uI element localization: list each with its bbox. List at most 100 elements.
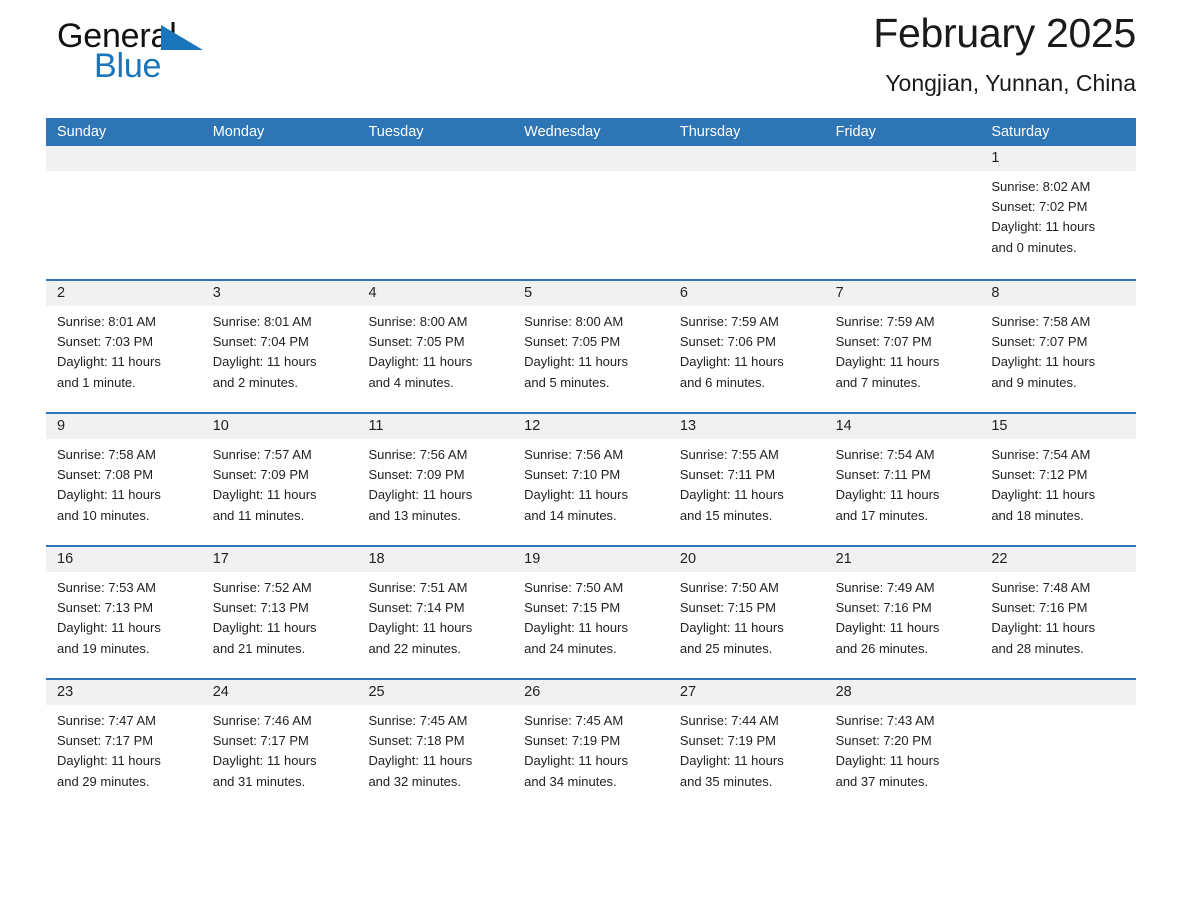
daylight-text: Daylight: 11 hours <box>212 354 317 370</box>
day-cell-empty <box>357 146 514 279</box>
day-cell-14[interactable]: 14 Sunrise: 7:54 AM Sunset: 7:11 PM Dayligh… <box>824 414 981 545</box>
sunrise-text: Sunrise: 7:58 AM <box>991 314 1091 329</box>
daylight-text: Daylight: 11 hours <box>991 354 1096 370</box>
day-number <box>357 146 514 171</box>
daylight-text: Daylight: 11 hours <box>368 354 473 370</box>
daylight-text-cont: and 4 minutes. <box>368 374 454 390</box>
weekday-header-row: Sunday Monday Tuesday Wednesday Thursday Frid… <box>46 118 1136 146</box>
daylight-text: Daylight: 11 hours <box>835 753 940 769</box>
day-sun-info: Sunrise: 7:46 AM Sunset: 7:17 PM Daylight:… <box>202 705 358 792</box>
calendar-week-row: 23 Sunrise: 7:47 AM Sunset: 7:17 PM Dayligh… <box>46 678 1137 811</box>
sunset-text: Sunset: 7:17 PM <box>212 733 309 749</box>
daylight-text-cont: and 35 minutes. <box>679 773 773 789</box>
sunset-text: Sunset: 7:09 PM <box>212 467 309 483</box>
day-cell-6[interactable]: 6 Sunrise: 7:59 AM Sunset: 7:06 PM Daylight… <box>668 281 825 412</box>
day-sun-info: Sunrise: 7:51 AM Sunset: 7:14 PM Daylight:… <box>357 572 513 659</box>
day-cell-1[interactable]: 1 Sunrise: 8:02 AM Sunset: 7:02 PM Daylight… <box>980 146 1137 279</box>
calendar-week-row: 1 Sunrise: 8:02 AM Sunset: 7:02 PM Daylight… <box>46 146 1137 279</box>
day-sun-info: Sunrise: 7:45 AM Sunset: 7:18 PM Daylight:… <box>357 705 513 792</box>
sunset-text: Sunset: 7:19 PM <box>524 733 621 749</box>
title-block: February 2025 Yongjian, Yunnan, China <box>873 6 1136 100</box>
sunrise-text: Sunrise: 7:56 AM <box>368 447 468 462</box>
day-sun-info: Sunrise: 7:49 AM Sunset: 7:16 PM Daylight:… <box>825 572 981 659</box>
calendar-page: General Blue February 2025 Yongjian, Yun… <box>0 0 1188 918</box>
sunset-text: Sunset: 7:16 PM <box>991 600 1088 616</box>
daylight-text: Daylight: 11 hours <box>368 753 473 769</box>
day-number: 9 <box>46 414 202 439</box>
sunset-text: Sunset: 7:06 PM <box>679 334 776 350</box>
day-cell-13[interactable]: 13 Sunrise: 7:55 AM Sunset: 7:11 PM Dayligh… <box>668 414 825 545</box>
daylight-text-cont: and 7 minutes. <box>835 374 921 390</box>
day-sun-info: Sunrise: 8:00 AM Sunset: 7:05 PM Daylight:… <box>357 306 513 393</box>
day-cell-27[interactable]: 27 Sunrise: 7:44 AM Sunset: 7:19 PM Dayligh… <box>668 680 825 811</box>
daylight-text: Daylight: 11 hours <box>679 354 784 370</box>
weekday-header-sunday: Sunday <box>57 124 107 140</box>
day-cell-28[interactable]: 28 Sunrise: 7:43 AM Sunset: 7:20 PM Dayligh… <box>824 680 981 811</box>
sunrise-text: Sunrise: 7:54 AM <box>991 447 1091 462</box>
day-cell-7[interactable]: 7 Sunrise: 7:59 AM Sunset: 7:07 PM Daylight… <box>824 281 981 412</box>
daylight-text-cont: and 21 minutes. <box>212 640 306 656</box>
weekday-header-saturday: Saturday <box>991 124 1050 140</box>
daylight-text: Daylight: 11 hours <box>991 487 1096 503</box>
day-cell-8[interactable]: 8 Sunrise: 7:58 AM Sunset: 7:07 PM Daylight… <box>980 281 1137 412</box>
sunrise-text: Sunrise: 7:50 AM <box>524 580 624 595</box>
daylight-text: Daylight: 11 hours <box>368 620 473 636</box>
day-cell-26[interactable]: 26 Sunrise: 7:45 AM Sunset: 7:19 PM Dayligh… <box>513 680 669 811</box>
day-cell-24[interactable]: 24 Sunrise: 7:46 AM Sunset: 7:17 PM Dayligh… <box>201 680 358 811</box>
day-cell-3[interactable]: 3 Sunrise: 8:01 AM Sunset: 7:04 PM Daylight… <box>201 281 358 412</box>
day-cell-empty <box>513 146 669 279</box>
day-cell-22[interactable]: 22 Sunrise: 7:48 AM Sunset: 7:16 PM Dayligh… <box>980 547 1137 678</box>
sunrise-text: Sunrise: 7:55 AM <box>679 447 779 462</box>
day-cell-5[interactable]: 5 Sunrise: 8:00 AM Sunset: 7:05 PM Daylight… <box>513 281 669 412</box>
day-number: 3 <box>201 281 358 306</box>
day-cell-2[interactable]: 2 Sunrise: 8:01 AM Sunset: 7:03 PM Daylight… <box>46 281 202 412</box>
weekday-header-friday: Friday <box>835 124 876 140</box>
daylight-text: Daylight: 11 hours <box>835 487 940 503</box>
daylight-text-cont: and 10 minutes. <box>57 507 150 523</box>
day-cell-18[interactable]: 18 Sunrise: 7:51 AM Sunset: 7:14 PM Dayligh… <box>357 547 514 678</box>
day-number: 4 <box>357 281 514 306</box>
daylight-text-cont: and 22 minutes. <box>368 640 461 656</box>
day-cell-17[interactable]: 17 Sunrise: 7:52 AM Sunset: 7:13 PM Dayligh… <box>201 547 358 678</box>
day-cell-25[interactable]: 25 Sunrise: 7:45 AM Sunset: 7:18 PM Dayligh… <box>357 680 514 811</box>
sunrise-text: Sunrise: 8:00 AM <box>524 314 624 329</box>
day-number: 20 <box>668 547 825 572</box>
daylight-text: Daylight: 11 hours <box>57 487 161 503</box>
day-number <box>46 146 202 171</box>
day-cell-21[interactable]: 21 Sunrise: 7:49 AM Sunset: 7:16 PM Dayligh… <box>824 547 981 678</box>
sunrise-text: Sunrise: 8:01 AM <box>57 314 156 329</box>
sunrise-text: Sunrise: 7:53 AM <box>57 580 156 595</box>
day-cell-11[interactable]: 11 Sunrise: 7:56 AM Sunset: 7:09 PM Dayligh… <box>357 414 514 545</box>
location-subtitle: Yongjian, Yunnan, China <box>885 70 1136 96</box>
day-number: 21 <box>824 547 981 572</box>
day-cell-12[interactable]: 12 Sunrise: 7:56 AM Sunset: 7:10 PM Dayligh… <box>513 414 669 545</box>
sunrise-text: Sunrise: 7:50 AM <box>679 580 779 595</box>
day-number: 5 <box>513 281 669 306</box>
day-cell-19[interactable]: 19 Sunrise: 7:50 AM Sunset: 7:15 PM Dayligh… <box>513 547 669 678</box>
daylight-text-cont: and 5 minutes. <box>524 374 610 390</box>
day-cell-20[interactable]: 20 Sunrise: 7:50 AM Sunset: 7:15 PM Dayligh… <box>668 547 825 678</box>
day-sun-info: Sunrise: 7:50 AM Sunset: 7:15 PM Daylight:… <box>513 572 669 659</box>
weekday-header-monday: Monday <box>212 124 265 140</box>
sunset-text: Sunset: 7:16 PM <box>835 600 932 616</box>
sunrise-text: Sunrise: 8:02 AM <box>991 179 1091 194</box>
daylight-text: Daylight: 11 hours <box>679 753 784 769</box>
day-cell-15[interactable]: 15 Sunrise: 7:54 AM Sunset: 7:12 PM Dayligh… <box>980 414 1137 545</box>
sunset-text: Sunset: 7:15 PM <box>524 600 621 616</box>
day-cell-10[interactable]: 10 Sunrise: 7:57 AM Sunset: 7:09 PM Dayligh… <box>201 414 358 545</box>
day-number: 10 <box>201 414 358 439</box>
sunrise-text: Sunrise: 7:43 AM <box>835 713 935 728</box>
day-cell-4[interactable]: 4 Sunrise: 8:00 AM Sunset: 7:05 PM Daylight… <box>357 281 514 412</box>
day-cell-9[interactable]: 9 Sunrise: 7:58 AM Sunset: 7:08 PM Daylight… <box>46 414 202 545</box>
day-sun-info: Sunrise: 7:56 AM Sunset: 7:09 PM Daylight:… <box>357 439 513 526</box>
daylight-text: Daylight: 11 hours <box>57 354 161 370</box>
daylight-text: Daylight: 11 hours <box>57 620 161 636</box>
daylight-text: Daylight: 11 hours <box>57 753 161 769</box>
calendar-weeks: 1 Sunrise: 8:02 AM Sunset: 7:02 PM Daylight… <box>46 146 1137 811</box>
day-cell-23[interactable]: 23 Sunrise: 7:47 AM Sunset: 7:17 PM Dayligh… <box>46 680 202 811</box>
daylight-text: Daylight: 11 hours <box>212 487 317 503</box>
daylight-text: Daylight: 11 hours <box>835 620 940 636</box>
day-cell-empty <box>980 680 1137 811</box>
day-cell-16[interactable]: 16 Sunrise: 7:53 AM Sunset: 7:13 PM Dayligh… <box>46 547 202 678</box>
day-sun-info: Sunrise: 8:01 AM Sunset: 7:03 PM Daylight:… <box>46 306 202 393</box>
